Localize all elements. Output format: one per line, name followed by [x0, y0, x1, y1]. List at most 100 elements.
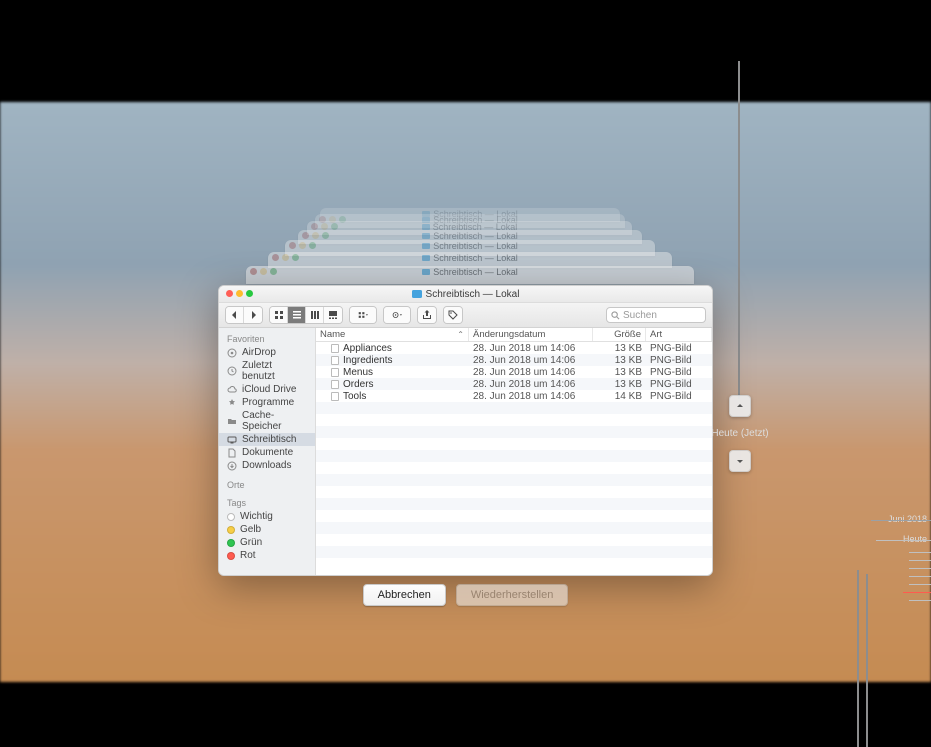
sidebar-item-icloud[interactable]: iCloud Drive — [219, 383, 315, 396]
finder-toolbar: Suchen — [219, 303, 712, 328]
sidebar-section-favorites: Favoriten — [219, 332, 315, 346]
airdrop-icon — [227, 348, 237, 358]
finder-window: Schreibtisch — Lokal — [218, 285, 713, 576]
sidebar-item-applications[interactable]: Programme — [219, 396, 315, 409]
folder-icon — [412, 290, 422, 298]
timeline-label-month: Juni 2018 — [888, 514, 927, 524]
sidebar-item-downloads[interactable]: Downloads — [219, 459, 315, 472]
table-row-empty — [316, 450, 712, 462]
file-name: Tools — [343, 391, 366, 402]
file-date: 28. Jun 2018 um 14:06 — [469, 391, 593, 402]
column-header-kind[interactable]: Art — [646, 328, 712, 341]
table-row-empty — [316, 510, 712, 522]
file-name: Menus — [343, 367, 373, 378]
forward-button[interactable] — [244, 307, 262, 323]
group-menu[interactable] — [349, 306, 377, 324]
view-switcher — [269, 306, 343, 324]
desktop-icon — [227, 435, 237, 445]
back-button[interactable] — [226, 307, 244, 323]
sidebar-tag-yellow[interactable]: Gelb — [219, 523, 315, 536]
zoom-button[interactable] — [246, 290, 253, 297]
snapshot-window[interactable]: Schreibtisch — Lokal — [246, 266, 694, 284]
folder-icon — [422, 243, 430, 249]
table-row[interactable]: Menus28. Jun 2018 um 14:0613 KBPNG-Bild — [316, 366, 712, 378]
table-row-empty — [316, 486, 712, 498]
restore-button[interactable]: Wiederherstellen — [456, 584, 569, 606]
file-kind: PNG-Bild — [646, 367, 712, 378]
column-header-size[interactable]: Größe — [593, 328, 646, 341]
clock-icon — [227, 366, 237, 376]
documents-icon — [227, 448, 237, 458]
minimize-button[interactable] — [236, 290, 243, 297]
file-kind: PNG-Bild — [646, 391, 712, 402]
file-kind: PNG-Bild — [646, 355, 712, 366]
sidebar-item-cache[interactable]: Cache-Speicher — [219, 409, 315, 433]
column-view-button[interactable] — [306, 307, 324, 323]
sidebar-item-documents[interactable]: Dokumente — [219, 446, 315, 459]
snapshot-navigator: Heute (Jetzt) — [727, 395, 753, 472]
sidebar-item-airdrop[interactable]: AirDrop — [219, 346, 315, 359]
next-snapshot-button[interactable] — [729, 450, 751, 472]
file-size: 13 KB — [593, 343, 646, 354]
tag-dot-icon — [227, 539, 235, 547]
folder-icon — [422, 269, 430, 275]
gallery-view-button[interactable] — [324, 307, 342, 323]
table-row[interactable]: Appliances28. Jun 2018 um 14:0613 KBPNG-… — [316, 342, 712, 354]
file-icon — [331, 380, 339, 389]
previous-snapshot-button[interactable] — [729, 395, 751, 417]
file-list: Name⌃ Änderungsdatum Größe Art Appliance… — [316, 328, 712, 575]
cancel-button[interactable]: Abbrechen — [363, 584, 446, 606]
table-row-empty — [316, 462, 712, 474]
file-icon — [331, 368, 339, 377]
file-size: 13 KB — [593, 355, 646, 366]
nav-back-forward — [225, 306, 263, 324]
callout-line-nav — [738, 61, 740, 399]
table-row-empty — [316, 402, 712, 414]
file-size: 14 KB — [593, 391, 646, 402]
time-machine-stage: Schreibtisch — Lokal Schreibtisch — Loka… — [0, 102, 931, 682]
file-date: 28. Jun 2018 um 14:06 — [469, 343, 593, 354]
table-row-empty — [316, 546, 712, 558]
search-placeholder: Suchen — [623, 310, 657, 321]
sidebar-tag-red[interactable]: Rot — [219, 549, 315, 562]
action-menu[interactable] — [383, 306, 411, 324]
search-field[interactable]: Suchen — [606, 307, 706, 323]
tags-button[interactable] — [443, 306, 463, 324]
sidebar-tag-important[interactable]: Wichtig — [219, 510, 315, 523]
close-button[interactable] — [226, 290, 233, 297]
search-icon — [611, 311, 620, 320]
folder-icon — [422, 255, 430, 261]
file-icon — [331, 356, 339, 365]
sidebar-item-desktop[interactable]: Schreibtisch — [219, 433, 315, 446]
tag-dot-icon — [227, 552, 235, 560]
file-icon — [331, 344, 339, 353]
current-snapshot-label: Heute (Jetzt) — [711, 428, 768, 439]
file-kind: PNG-Bild — [646, 379, 712, 390]
column-header-name[interactable]: Name⌃ — [316, 328, 469, 341]
file-date: 28. Jun 2018 um 14:06 — [469, 367, 593, 378]
callout-line-timeline-1 — [857, 570, 859, 747]
window-title: Schreibtisch — Lokal — [426, 289, 520, 300]
share-button[interactable] — [417, 306, 437, 324]
callout-line-timeline-2 — [866, 574, 868, 747]
column-header-date[interactable]: Änderungsdatum — [469, 328, 593, 341]
table-row[interactable]: Tools 28. Jun 2018 um 14:0614 KBPNG-Bild — [316, 390, 712, 402]
sidebar-item-recents[interactable]: Zuletzt benutzt — [219, 359, 315, 383]
file-icon — [331, 392, 339, 401]
file-size: 13 KB — [593, 379, 646, 390]
table-row[interactable]: Orders28. Jun 2018 um 14:0613 KBPNG-Bild — [316, 378, 712, 390]
action-buttons: Abbrechen Wiederherstellen — [0, 584, 931, 606]
file-name: Ingredients — [343, 355, 392, 366]
list-view-button[interactable] — [288, 307, 306, 323]
timeline[interactable]: Juni 2018 Heute — [861, 504, 931, 624]
icon-view-button[interactable] — [270, 307, 288, 323]
window-titlebar[interactable]: Schreibtisch — Lokal — [219, 286, 712, 303]
sidebar-tag-green[interactable]: Grün — [219, 536, 315, 549]
file-date: 28. Jun 2018 um 14:06 — [469, 379, 593, 390]
table-row[interactable]: Ingredients28. Jun 2018 um 14:0613 KBPNG… — [316, 354, 712, 366]
downloads-icon — [227, 461, 237, 471]
table-row-empty — [316, 474, 712, 486]
applications-icon — [227, 398, 237, 408]
folder-icon — [227, 416, 237, 426]
column-headers: Name⌃ Änderungsdatum Größe Art — [316, 328, 712, 342]
